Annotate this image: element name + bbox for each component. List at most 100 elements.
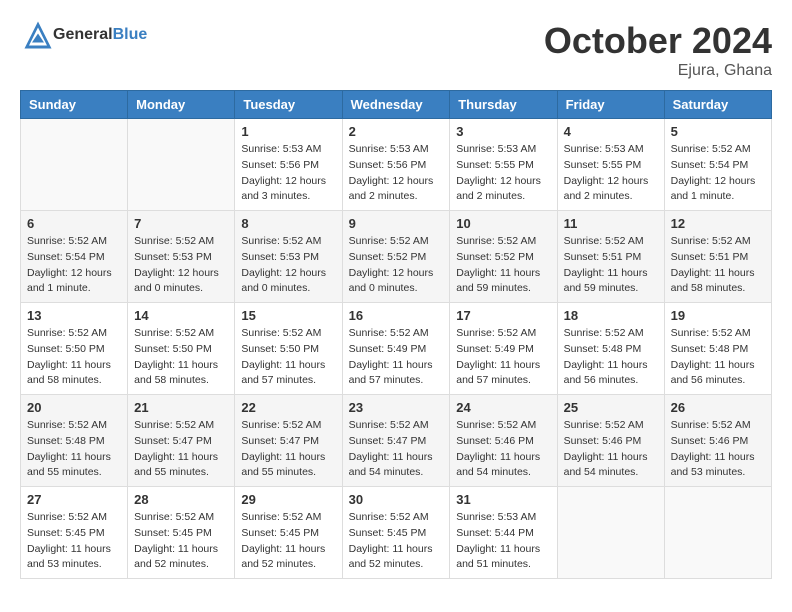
calendar-cell: 7 Sunrise: 5:52 AMSunset: 5:53 PMDaylight… (128, 211, 235, 303)
logo-icon (23, 20, 53, 50)
day-number: 23 (349, 400, 444, 415)
day-number: 25 (564, 400, 658, 415)
day-number: 15 (241, 308, 335, 323)
day-info: Sunrise: 5:52 AMSunset: 5:47 PMDaylight:… (241, 418, 335, 481)
month-title: October 2024 (544, 20, 772, 62)
calendar-cell: 9Sunrise: 5:52 AMSunset: 5:52 PMDaylight… (342, 211, 450, 303)
weekday-header-saturday: Saturday (664, 91, 771, 119)
calendar-table: SundayMondayTuesdayWednesdayThursdayFrid… (20, 90, 772, 579)
calendar-cell: 21Sunrise: 5:52 AMSunset: 5:47 PMDayligh… (128, 395, 235, 487)
calendar-cell: 10Sunrise: 5:52 AMSunset: 5:52 PMDayligh… (450, 211, 557, 303)
logo-blue-text: Blue (113, 26, 148, 43)
day-number: 14 (134, 308, 228, 323)
calendar-cell: 20 Sunrise: 5:52 AMSunset: 5:48 PMDayligh… (21, 395, 128, 487)
page-header: GeneralBlue October 2024 Ejura, Ghana (20, 20, 772, 80)
logo-general-text: General (53, 26, 113, 43)
calendar-week-1: 1 Sunrise: 5:53 AMSunset: 5:56 PMDaylight… (21, 119, 772, 211)
calendar-cell: 22 Sunrise: 5:52 AMSunset: 5:47 PMDayligh… (235, 395, 342, 487)
title-area: October 2024 Ejura, Ghana (544, 20, 772, 80)
calendar-cell (557, 487, 664, 579)
day-info: Sunrise: 5:52 AMSunset: 5:45 PMDaylight:… (349, 510, 444, 573)
day-info: Sunrise: 5:52 AMSunset: 5:51 PMDaylight:… (564, 234, 658, 297)
calendar-cell: 18 Sunrise: 5:52 AMSunset: 5:48 PMDayligh… (557, 303, 664, 395)
day-info: Sunrise: 5:53 AMSunset: 5:44 PMDaylight:… (456, 510, 550, 573)
day-number: 18 (564, 308, 658, 323)
day-info: Sunrise: 5:52 AMSunset: 5:50 PMDaylight:… (241, 326, 335, 389)
day-info: Sunrise: 5:52 AMSunset: 5:45 PMDaylight:… (27, 510, 121, 573)
day-number: 22 (241, 400, 335, 415)
calendar-cell: 29 Sunrise: 5:52 AMSunset: 5:45 PMDayligh… (235, 487, 342, 579)
day-number: 30 (349, 492, 444, 507)
day-info: Sunrise: 5:52 AMSunset: 5:52 PMDaylight:… (349, 234, 444, 297)
day-number: 8 (241, 216, 335, 231)
calendar-week-5: 27 Sunrise: 5:52 AMSunset: 5:45 PMDayligh… (21, 487, 772, 579)
calendar-week-4: 20 Sunrise: 5:52 AMSunset: 5:48 PMDayligh… (21, 395, 772, 487)
day-number: 19 (671, 308, 765, 323)
day-info: Sunrise: 5:52 AMSunset: 5:46 PMDaylight:… (456, 418, 550, 481)
calendar-cell: 31 Sunrise: 5:53 AMSunset: 5:44 PMDayligh… (450, 487, 557, 579)
calendar-cell (664, 487, 771, 579)
calendar-header-row: SundayMondayTuesdayWednesdayThursdayFrid… (21, 91, 772, 119)
day-info: Sunrise: 5:52 AMSunset: 5:47 PMDaylight:… (134, 418, 228, 481)
day-info: Sunrise: 5:52 AMSunset: 5:49 PMDaylight:… (349, 326, 444, 389)
day-info: Sunrise: 5:52 AMSunset: 5:48 PMDaylight:… (564, 326, 658, 389)
day-number: 3 (456, 124, 550, 139)
calendar-cell (21, 119, 128, 211)
day-number: 31 (456, 492, 550, 507)
calendar-cell: 6Sunrise: 5:52 AMSunset: 5:54 PMDaylight… (21, 211, 128, 303)
day-info: Sunrise: 5:53 AMSunset: 5:55 PMDaylight:… (564, 142, 658, 205)
day-info: Sunrise: 5:53 AMSunset: 5:55 PMDaylight:… (456, 142, 550, 205)
day-info: Sunrise: 5:52 AMSunset: 5:51 PMDaylight:… (671, 234, 765, 297)
day-number: 12 (671, 216, 765, 231)
calendar-cell: 4 Sunrise: 5:53 AMSunset: 5:55 PMDaylight… (557, 119, 664, 211)
calendar-cell: 14Sunrise: 5:52 AMSunset: 5:50 PMDayligh… (128, 303, 235, 395)
day-info: Sunrise: 5:53 AMSunset: 5:56 PMDaylight:… (241, 142, 335, 205)
logo: GeneralBlue (20, 20, 147, 50)
day-number: 17 (456, 308, 550, 323)
calendar-cell: 19 Sunrise: 5:52 AMSunset: 5:48 PMDayligh… (664, 303, 771, 395)
calendar-cell: 5Sunrise: 5:52 AMSunset: 5:54 PMDaylight… (664, 119, 771, 211)
day-info: Sunrise: 5:52 AMSunset: 5:49 PMDaylight:… (456, 326, 550, 389)
calendar-cell: 27 Sunrise: 5:52 AMSunset: 5:45 PMDayligh… (21, 487, 128, 579)
weekday-header-thursday: Thursday (450, 91, 557, 119)
day-number: 29 (241, 492, 335, 507)
calendar-cell: 2Sunrise: 5:53 AMSunset: 5:56 PMDaylight… (342, 119, 450, 211)
calendar-week-3: 13 Sunrise: 5:52 AMSunset: 5:50 PMDayligh… (21, 303, 772, 395)
day-number: 7 (134, 216, 228, 231)
day-info: Sunrise: 5:52 AMSunset: 5:48 PMDaylight:… (27, 418, 121, 481)
calendar-cell: 25 Sunrise: 5:52 AMSunset: 5:46 PMDayligh… (557, 395, 664, 487)
weekday-header-monday: Monday (128, 91, 235, 119)
calendar-cell: 13 Sunrise: 5:52 AMSunset: 5:50 PMDayligh… (21, 303, 128, 395)
day-number: 10 (456, 216, 550, 231)
calendar-cell: 26 Sunrise: 5:52 AMSunset: 5:46 PMDayligh… (664, 395, 771, 487)
weekday-header-tuesday: Tuesday (235, 91, 342, 119)
day-number: 27 (27, 492, 121, 507)
day-number: 4 (564, 124, 658, 139)
calendar-cell: 17 Sunrise: 5:52 AMSunset: 5:49 PMDayligh… (450, 303, 557, 395)
day-number: 1 (241, 124, 335, 139)
day-info: Sunrise: 5:52 AMSunset: 5:53 PMDaylight:… (241, 234, 335, 297)
day-info: Sunrise: 5:52 AMSunset: 5:46 PMDaylight:… (564, 418, 658, 481)
day-info: Sunrise: 5:52 AMSunset: 5:45 PMDaylight:… (241, 510, 335, 573)
day-number: 20 (27, 400, 121, 415)
day-number: 26 (671, 400, 765, 415)
day-number: 11 (564, 216, 658, 231)
calendar-cell: 24 Sunrise: 5:52 AMSunset: 5:46 PMDayligh… (450, 395, 557, 487)
calendar-cell (128, 119, 235, 211)
day-number: 28 (134, 492, 228, 507)
day-number: 16 (349, 308, 444, 323)
calendar-cell: 16 Sunrise: 5:52 AMSunset: 5:49 PMDayligh… (342, 303, 450, 395)
day-info: Sunrise: 5:52 AMSunset: 5:50 PMDaylight:… (27, 326, 121, 389)
day-number: 24 (456, 400, 550, 415)
location-title: Ejura, Ghana (544, 62, 772, 80)
calendar-cell: 28 Sunrise: 5:52 AMSunset: 5:45 PMDayligh… (128, 487, 235, 579)
day-info: Sunrise: 5:52 AMSunset: 5:53 PMDaylight:… (134, 234, 228, 297)
day-info: Sunrise: 5:52 AMSunset: 5:46 PMDaylight:… (671, 418, 765, 481)
day-info: Sunrise: 5:52 AMSunset: 5:48 PMDaylight:… (671, 326, 765, 389)
calendar-cell: 11 Sunrise: 5:52 AMSunset: 5:51 PMDayligh… (557, 211, 664, 303)
calendar-cell: 8 Sunrise: 5:52 AMSunset: 5:53 PMDaylight… (235, 211, 342, 303)
day-number: 13 (27, 308, 121, 323)
calendar-cell: 3 Sunrise: 5:53 AMSunset: 5:55 PMDaylight… (450, 119, 557, 211)
day-info: Sunrise: 5:52 AMSunset: 5:45 PMDaylight:… (134, 510, 228, 573)
weekday-header-friday: Friday (557, 91, 664, 119)
